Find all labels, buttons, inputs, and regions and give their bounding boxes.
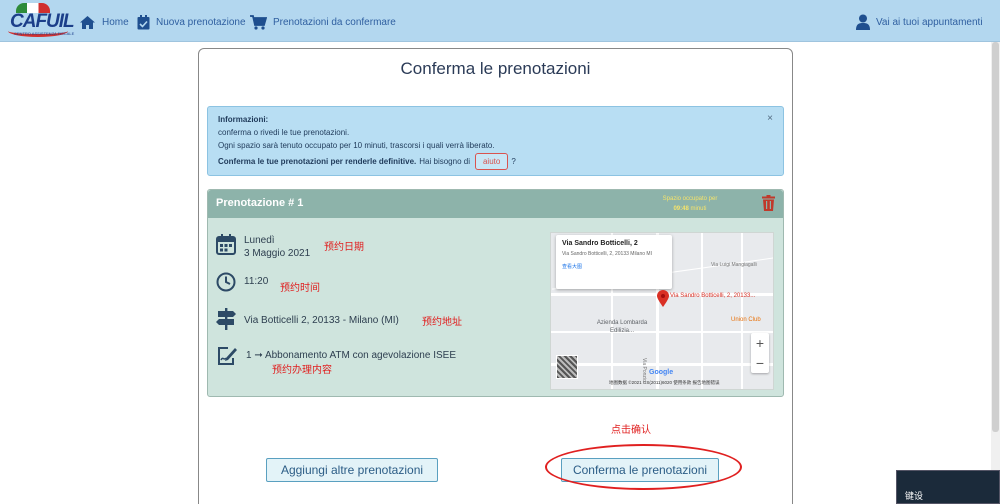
nav-to-confirm-label: Prenotazioni da confermare xyxy=(273,16,396,28)
occupied-timer: Spazio occupato per 09:48 minuti xyxy=(646,194,734,214)
google-map[interactable]: Via Sandro Botticelli, 2 Via Sandro Bott… xyxy=(550,232,774,390)
confirm-card: Conferma le prenotazioni × Informazioni:… xyxy=(198,48,793,504)
map-poi-union[interactable]: Union Club xyxy=(731,317,761,323)
logo-subtitle: CENTRO ASSISTENZA FISCALE xyxy=(14,31,75,36)
booking-address: Via Botticelli 2, 20133 - Milano (MI) xyxy=(244,315,399,326)
map-popup-title: Via Sandro Botticelli, 2 xyxy=(562,240,638,247)
service-annotation: 预约办理内容 xyxy=(272,365,332,376)
zoom-in-button[interactable]: + xyxy=(751,333,769,353)
home-icon xyxy=(80,15,95,29)
ime-text: 键设 xyxy=(905,491,924,501)
user-icon xyxy=(856,14,870,30)
occupied-label: Spazio occupato per xyxy=(662,196,718,202)
alert-heading: Informazioni: xyxy=(218,115,269,124)
booking-header: Prenotazione # 1 Spazio occupato per 09:… xyxy=(208,190,783,218)
alert-line-help: Conferma le tue prenotazioni per renderl… xyxy=(218,153,516,170)
map-thumbnail[interactable] xyxy=(556,355,578,379)
booking-day: Lunedì xyxy=(244,235,275,246)
booking-service-row: 1 ➞ Abbonamento ATM con agevolazione ISE… xyxy=(216,344,456,366)
highlight-circle xyxy=(545,444,742,490)
help-button[interactable]: aiuto xyxy=(474,153,509,170)
alert-close-button[interactable]: × xyxy=(767,112,773,125)
date-annotation: 预约日期 xyxy=(324,242,364,253)
booking-address-row: Via Botticelli 2, 20133 - Milano (MI) xyxy=(216,308,399,330)
logo-text: CAFUIL xyxy=(10,11,75,32)
trash-icon[interactable] xyxy=(762,195,775,211)
nav-home-label: Home xyxy=(102,16,129,28)
cafuil-logo[interactable]: CAFUIL CENTRO ASSISTENZA FISCALE xyxy=(6,3,75,39)
alert-line-1: conferma o rivedi le tue prenotazioni. xyxy=(218,128,350,137)
signpost-icon xyxy=(216,308,236,330)
occupied-unit: minuti xyxy=(690,206,707,212)
signature-icon xyxy=(218,347,237,365)
time-annotation: 预约时间 xyxy=(280,283,320,294)
booking-time-row: 11:20 xyxy=(216,272,268,292)
booking-date: 3 Maggio 2021 xyxy=(244,248,311,259)
map-street-label: Via Ponzio xyxy=(641,358,647,382)
zoom-out-button[interactable]: − xyxy=(751,353,769,373)
nav-new-booking[interactable]: Nuova prenotazione xyxy=(137,13,246,31)
page-title: Conferma le prenotazioni xyxy=(400,59,591,78)
booking-title: Prenotazione # 1 xyxy=(216,197,304,209)
map-pin-label: Via Sandro Botticelli, 2, 20133... xyxy=(670,293,756,299)
occupied-time: 09:48 xyxy=(673,206,689,212)
map-footer: 地图数据 ©2021 GS(2011)6020 使用条款 报告地图错误 xyxy=(609,380,720,385)
alert-question-mark: ? xyxy=(511,157,516,166)
map-street xyxy=(741,233,743,389)
calendar-check-icon xyxy=(137,14,150,29)
nav-to-confirm[interactable]: Prenotazioni da confermare xyxy=(250,13,396,31)
nav-appointments[interactable]: Vai ai tuoi appuntamenti xyxy=(856,13,983,31)
add-bookings-button[interactable]: Aggiungi altre prenotazioni xyxy=(266,458,438,482)
map-street xyxy=(701,233,703,389)
alert-line-2: Ogni spazio sarà tenuto occupato per 10 … xyxy=(218,141,495,150)
scrollbar-thumb[interactable] xyxy=(992,42,999,432)
booking-time: 11:20 xyxy=(244,276,269,287)
nav-home[interactable]: Home xyxy=(79,13,129,31)
click-annotation: 点击确认 xyxy=(611,425,651,436)
ime-toolbar[interactable]: 键设 xyxy=(896,470,1000,504)
booking-card: Prenotazione # 1 Spazio occupato per 09:… xyxy=(207,189,784,397)
map-poi-azienda[interactable]: Azienda Lombarda Edilizia... xyxy=(591,319,653,335)
nav-appointments-label: Vai ai tuoi appuntamenti xyxy=(876,16,983,28)
clock-icon xyxy=(216,272,236,292)
map-zoom-control: + − xyxy=(751,333,769,373)
google-logo: Google xyxy=(649,369,674,376)
map-popup-address: Via Sandro Botticelli, 2, 20133 Milano M… xyxy=(562,251,652,257)
map-pin-icon[interactable] xyxy=(657,290,669,307)
alert-bold-text: Conferma le tue prenotazioni per renderl… xyxy=(218,157,417,166)
page-scrollbar[interactable] xyxy=(991,42,1000,504)
map-street-label: Via Luigi Mangiagalli xyxy=(711,262,757,268)
info-alert: × Informazioni: conferma o rivedi le tue… xyxy=(207,106,784,176)
alert-help-question: Hai bisogno di xyxy=(419,157,470,166)
map-popup-link[interactable]: 查看大图 xyxy=(562,263,666,270)
map-info-popup[interactable]: Via Sandro Botticelli, 2 Via Sandro Bott… xyxy=(556,235,672,289)
calendar-icon xyxy=(216,234,236,255)
booking-date-row: Lunedì 3 Maggio 2021 xyxy=(216,234,310,260)
nav-new-booking-label: Nuova prenotazione xyxy=(156,16,246,28)
navbar: CAFUIL CENTRO ASSISTENZA FISCALE Home Nu… xyxy=(0,0,1000,42)
cart-icon xyxy=(250,14,267,30)
address-annotation: 预约地址 xyxy=(422,317,462,328)
